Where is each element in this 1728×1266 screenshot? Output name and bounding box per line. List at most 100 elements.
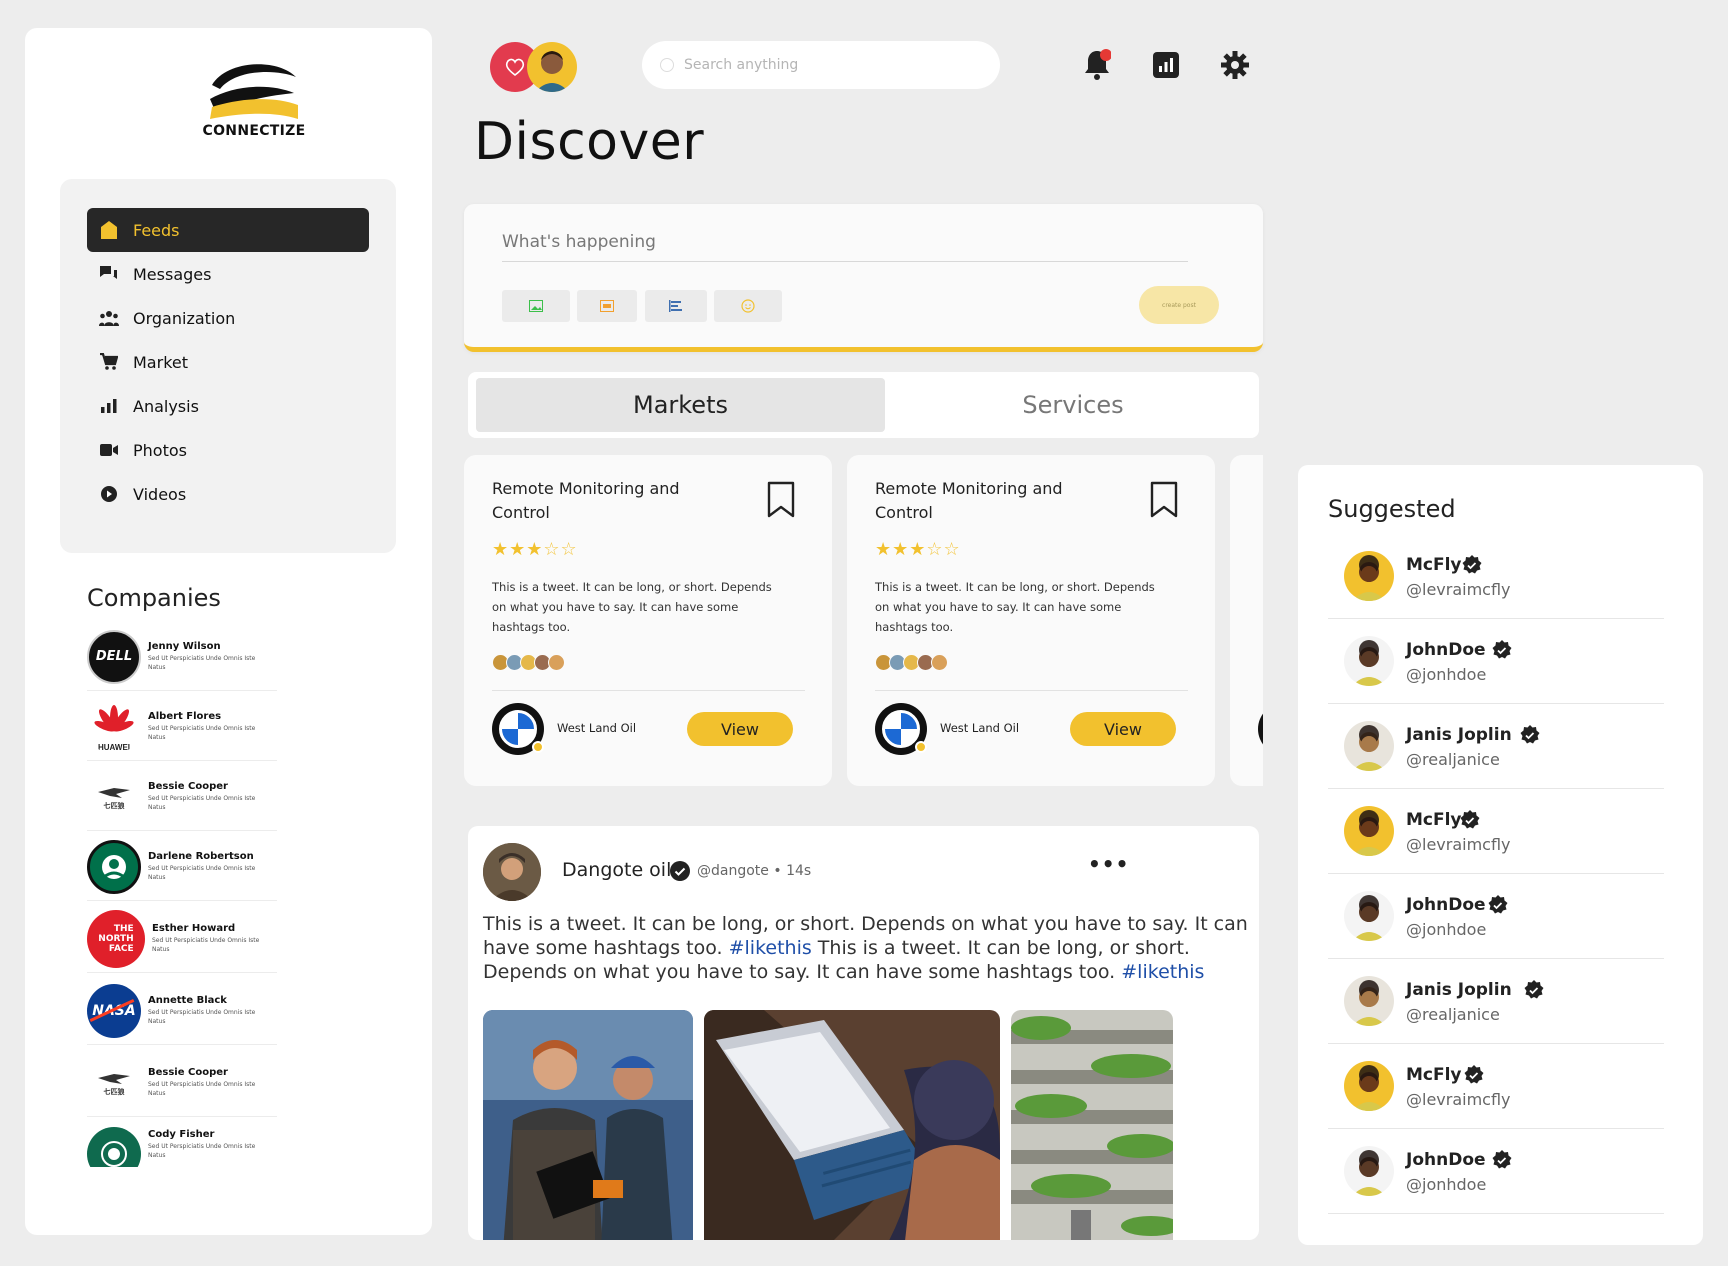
suggested-user[interactable]: Janis Joplin @realjanice bbox=[1328, 705, 1664, 789]
company-name: Bessie Cooper bbox=[148, 781, 228, 792]
attach-gif-button[interactable] bbox=[577, 290, 637, 322]
company-item[interactable]: Cody Fisher Sed Ut Perspiciatis Unde Omni… bbox=[87, 1121, 277, 1167]
search-input[interactable]: Search anything bbox=[642, 41, 1000, 89]
brand-logo[interactable]: CONNECTIZE bbox=[179, 55, 329, 139]
suggested-user-name[interactable]: Janis Joplin bbox=[1406, 980, 1512, 1000]
notifications-button[interactable] bbox=[1080, 48, 1114, 82]
sidebar-item-messages[interactable]: Messages bbox=[87, 252, 369, 296]
account-avatars[interactable] bbox=[490, 41, 580, 93]
camera-icon bbox=[99, 440, 119, 460]
sidebar-item-label: Market bbox=[133, 352, 188, 372]
hashtag-link[interactable]: #likethis bbox=[729, 937, 812, 959]
post-author-avatar[interactable] bbox=[483, 843, 541, 901]
view-button[interactable]: View bbox=[1070, 712, 1176, 746]
suggested-user[interactable]: Janis Joplin @realjanice bbox=[1328, 960, 1664, 1044]
company-item[interactable]: 七匹狼 Bessie Cooper Sed Ut Perspiciatis Und… bbox=[87, 763, 277, 831]
sidebar-item-organization[interactable]: Organization bbox=[87, 296, 369, 340]
attach-poll-button[interactable] bbox=[645, 290, 707, 322]
suggested-user-name[interactable]: JohnDoe bbox=[1406, 895, 1486, 915]
bell-icon bbox=[1085, 49, 1111, 80]
market-card[interactable]: Remote Monitoring and Control ★★★☆☆ This… bbox=[464, 455, 832, 786]
sidebar-item-videos[interactable]: Videos bbox=[87, 472, 369, 516]
cart-icon bbox=[99, 352, 119, 372]
suggested-user-name[interactable]: McFly bbox=[1406, 555, 1462, 575]
company-item[interactable]: DELL Jenny Wilson Sed Ut Perspiciatis Und… bbox=[87, 623, 277, 691]
company-item[interactable]: 七匹狼 Bessie Cooper Sed Ut Perspiciatis Und… bbox=[87, 1049, 277, 1117]
suggested-user-avatar[interactable] bbox=[1344, 721, 1394, 771]
suggested-user[interactable]: Janis Joplin bbox=[1328, 1215, 1664, 1245]
post-image[interactable] bbox=[704, 1010, 1000, 1240]
market-card[interactable]: Remote Monitoring and Control ★★★☆☆ This… bbox=[847, 455, 1215, 786]
rating-stars: ★★★☆☆ bbox=[875, 539, 961, 560]
huawei-logo: HUAWEI bbox=[87, 699, 141, 754]
suggested-user-handle: @jonhdoe bbox=[1406, 920, 1487, 939]
suggested-user-avatar[interactable] bbox=[1344, 806, 1394, 856]
bookmark-icon[interactable] bbox=[1149, 481, 1179, 519]
bmw-logo bbox=[875, 703, 927, 755]
more-options-icon[interactable]: ••• bbox=[1088, 852, 1129, 876]
post-image[interactable] bbox=[1011, 1010, 1173, 1240]
company-item[interactable]: Darlene Robertson Sed Ut Perspiciatis Und… bbox=[87, 833, 277, 901]
post-author-name[interactable]: Dangote oil bbox=[562, 859, 671, 881]
post-image[interactable] bbox=[483, 1010, 693, 1240]
company-item[interactable]: THE NORTH FACE Esther Howard Sed Ut Perspic… bbox=[87, 905, 277, 973]
analytics-button[interactable] bbox=[1149, 48, 1183, 82]
bookmark-icon[interactable] bbox=[766, 481, 796, 519]
verified-icon bbox=[1464, 1065, 1484, 1089]
organization-icon bbox=[99, 308, 119, 328]
svg-text:七匹狼: 七匹狼 bbox=[104, 801, 126, 810]
brand-name: CONNECTIZE bbox=[202, 123, 306, 139]
company-name: Cody Fisher bbox=[148, 1128, 215, 1140]
suggested-user[interactable]: JohnDoe @jonhdoe bbox=[1328, 1130, 1664, 1214]
attach-emoji-button[interactable] bbox=[714, 290, 782, 322]
hashtag-link[interactable]: #likethis bbox=[1121, 961, 1204, 983]
suggested-user-avatar[interactable] bbox=[1344, 1061, 1394, 1111]
suggested-user-name[interactable]: McFly bbox=[1406, 1065, 1462, 1085]
tab-markets[interactable]: Markets bbox=[476, 378, 885, 432]
suggested-user-handle: @levraimcfly bbox=[1406, 1090, 1511, 1109]
sidebar-item-label: Photos bbox=[133, 440, 187, 460]
sidebar-item-feeds[interactable]: Feeds bbox=[87, 208, 369, 252]
suggested-user-avatar[interactable] bbox=[1344, 1146, 1394, 1196]
suggested-heading: Suggested bbox=[1328, 495, 1456, 523]
suggested-user-name[interactable]: McFly bbox=[1406, 810, 1462, 830]
suggested-user-handle: @levraimcfly bbox=[1406, 580, 1511, 599]
suggested-user[interactable]: McFly @levraimcfly bbox=[1328, 535, 1664, 619]
search-icon bbox=[660, 58, 674, 72]
suggested-user-name[interactable]: JohnDoe bbox=[1406, 1150, 1486, 1170]
suggested-user[interactable]: JohnDoe @jonhdoe bbox=[1328, 620, 1664, 704]
view-button[interactable]: View bbox=[687, 712, 793, 746]
company-desc: Sed Ut Perspiciatis Unde Omnis Iste Natu… bbox=[152, 937, 260, 953]
tab-services[interactable]: Services bbox=[893, 378, 1253, 432]
rating-stars: ★★★☆☆ bbox=[492, 539, 578, 560]
starbucks-logo bbox=[87, 839, 141, 894]
home-icon bbox=[99, 220, 119, 240]
post-handle[interactable]: @dangote bbox=[697, 863, 769, 879]
emoji-icon bbox=[741, 299, 755, 313]
attach-image-button[interactable] bbox=[502, 290, 570, 322]
feed-post: Dangote oil @dangote • 14s ••• This is a… bbox=[468, 826, 1259, 1240]
suggested-user-avatar[interactable] bbox=[1344, 636, 1394, 686]
suggested-user[interactable]: JohnDoe @jonhdoe bbox=[1328, 875, 1664, 959]
suggested-user-avatar[interactable] bbox=[1344, 551, 1394, 601]
suggested-user-handle: @jonhdoe bbox=[1406, 665, 1487, 684]
sidebar-item-photos[interactable]: Photos bbox=[87, 428, 369, 472]
sidebar-item-market[interactable]: Market bbox=[87, 340, 369, 384]
composer-input[interactable]: What's happening bbox=[502, 224, 1188, 262]
market-card-partial[interactable] bbox=[1230, 455, 1263, 786]
companies-heading: Companies bbox=[87, 584, 221, 612]
suggested-user-avatar[interactable] bbox=[1344, 891, 1394, 941]
company-item[interactable]: HUAWEI Albert Flores Sed Ut Perspiciatis … bbox=[87, 693, 277, 761]
svg-text:七匹狼: 七匹狼 bbox=[104, 1087, 126, 1096]
divider bbox=[492, 690, 805, 691]
suggested-user[interactable]: McFly @levraimcfly bbox=[1328, 1045, 1664, 1129]
sidebar-item-analysis[interactable]: Analysis bbox=[87, 384, 369, 428]
settings-button[interactable] bbox=[1218, 48, 1252, 82]
suggested-user[interactable]: McFly @levraimcfly bbox=[1328, 790, 1664, 874]
analytics-icon bbox=[1153, 52, 1179, 78]
suggested-user-avatar[interactable] bbox=[1344, 976, 1394, 1026]
suggested-user-name[interactable]: Janis Joplin bbox=[1406, 725, 1512, 745]
suggested-user-name[interactable]: JohnDoe bbox=[1406, 640, 1486, 660]
create-post-button[interactable]: create post bbox=[1139, 286, 1219, 324]
company-item[interactable]: NASA Annette Black Sed Ut Perspiciatis Un… bbox=[87, 977, 277, 1045]
